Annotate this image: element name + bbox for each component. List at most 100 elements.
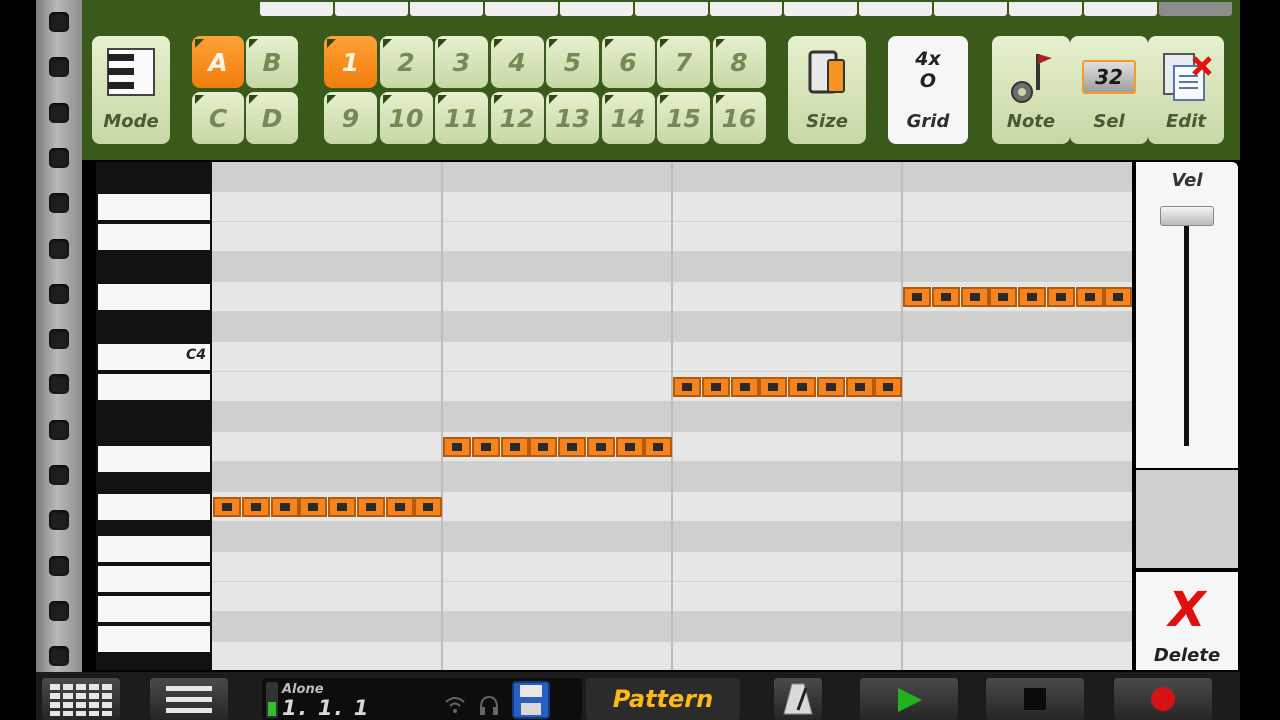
bar-button-4[interactable]: 4	[490, 36, 544, 88]
note-block[interactable]	[328, 497, 356, 517]
note-block[interactable]	[1075, 287, 1104, 307]
piano-white-key[interactable]	[98, 494, 210, 520]
piano-white-key[interactable]	[98, 566, 210, 592]
note-block[interactable]	[241, 497, 270, 517]
ruler-segment[interactable]	[634, 2, 708, 16]
bar-button-11[interactable]: 11	[435, 92, 488, 144]
bar-button-15[interactable]: 15	[657, 92, 710, 144]
note-block[interactable]	[356, 497, 385, 517]
bar-button-1[interactable]: 1	[324, 36, 377, 88]
note-button[interactable]: Note	[992, 36, 1070, 144]
pattern-c-button[interactable]: C	[192, 92, 244, 144]
note-block[interactable]	[500, 437, 529, 457]
grid-button[interactable]: 4x O Grid	[888, 36, 968, 144]
note-block[interactable]	[816, 377, 845, 397]
ruler-segment[interactable]	[260, 2, 333, 16]
edit-button[interactable]: Edit	[1148, 36, 1224, 144]
note-block[interactable]	[529, 437, 558, 457]
piano-white-key[interactable]	[98, 194, 210, 220]
bar-button-10[interactable]: 10	[379, 92, 433, 144]
bar-button-8[interactable]: 8	[712, 36, 766, 88]
note-block[interactable]	[558, 437, 586, 457]
note-block[interactable]	[701, 377, 730, 397]
note-block[interactable]	[759, 377, 788, 397]
bar-button-5[interactable]: 5	[546, 36, 599, 88]
metronome-button[interactable]	[774, 678, 822, 720]
velocity-slider-track[interactable]	[1184, 224, 1189, 446]
note-block[interactable]	[443, 437, 471, 457]
piano-white-key[interactable]	[98, 626, 210, 652]
velocity-slider-handle[interactable]	[1160, 206, 1214, 226]
piano-white-key[interactable]	[98, 596, 210, 622]
note-block[interactable]	[385, 497, 414, 517]
note-block[interactable]	[903, 287, 931, 307]
bar-button-13[interactable]: 13	[546, 92, 599, 144]
note-block[interactable]	[1018, 287, 1046, 307]
bar-button-2[interactable]: 2	[379, 36, 433, 88]
delete-button[interactable]: X Delete	[1136, 572, 1238, 670]
note-block[interactable]	[299, 497, 328, 517]
bar-button-14[interactable]: 14	[601, 92, 655, 144]
piano-white-key[interactable]	[98, 374, 210, 400]
bar-button-9[interactable]: 9	[324, 92, 377, 144]
play-button[interactable]	[860, 678, 958, 720]
piano-white-key[interactable]	[98, 284, 210, 310]
note-block[interactable]	[471, 437, 500, 457]
save-icon[interactable]	[512, 681, 550, 719]
ruler-segment[interactable]	[709, 2, 783, 16]
ruler-segment[interactable]	[334, 2, 408, 16]
note-block[interactable]	[414, 497, 443, 517]
sel-button[interactable]: 32 Sel	[1070, 36, 1148, 144]
pattern-b-button[interactable]: B	[246, 36, 298, 88]
grid-value-bottom: O	[919, 70, 937, 92]
piano-white-key[interactable]	[98, 224, 210, 250]
note-block[interactable]	[730, 377, 759, 397]
ruler-segment[interactable]	[484, 2, 558, 16]
bar-button-16[interactable]: 16	[712, 92, 766, 144]
pattern-a-button[interactable]: A	[192, 36, 244, 88]
piano-key-c4[interactable]: C4	[98, 344, 210, 370]
grid-menu-button[interactable]	[42, 678, 120, 720]
note-block[interactable]	[270, 497, 299, 517]
piano-keyboard[interactable]: C4	[96, 162, 212, 670]
note-block[interactable]	[1104, 287, 1132, 307]
ruler-segment[interactable]	[1009, 2, 1083, 16]
note-block[interactable]	[673, 377, 701, 397]
ruler-segment[interactable]	[934, 2, 1008, 16]
piano-white-key[interactable]	[98, 536, 210, 562]
ruler-segment[interactable]	[409, 2, 483, 16]
note-grid[interactable]	[212, 162, 1132, 670]
bar-button-6[interactable]: 6	[601, 36, 655, 88]
bar-button-12[interactable]: 12	[490, 92, 544, 144]
note-block[interactable]	[213, 497, 241, 517]
stop-button[interactable]	[986, 678, 1084, 720]
note-block[interactable]	[1046, 287, 1075, 307]
ruler-segment[interactable]	[859, 2, 933, 16]
bar-button-7[interactable]: 7	[657, 36, 710, 88]
bar-button-3[interactable]: 3	[435, 36, 488, 88]
note-block[interactable]	[615, 437, 644, 457]
note-block-center	[998, 293, 1009, 301]
pattern-d-button[interactable]: D	[246, 92, 298, 144]
record-button[interactable]	[1114, 678, 1212, 720]
pattern-button[interactable]: Pattern	[586, 678, 740, 720]
note-block[interactable]	[874, 377, 903, 397]
piano-white-key[interactable]	[98, 446, 210, 472]
song-position-display[interactable]: Alone 1. 1. 1	[262, 678, 582, 720]
bar-ruler[interactable]	[260, 2, 1232, 16]
note-block[interactable]	[960, 287, 989, 307]
note-block[interactable]	[931, 287, 960, 307]
size-button[interactable]: Size	[788, 36, 866, 144]
mode-button[interactable]: Mode	[92, 36, 170, 144]
note-block-center	[825, 383, 836, 391]
note-block[interactable]	[989, 287, 1018, 307]
note-block[interactable]	[644, 437, 673, 457]
note-block[interactable]	[586, 437, 615, 457]
ruler-segment[interactable]	[559, 2, 633, 16]
note-block[interactable]	[845, 377, 874, 397]
ruler-segment[interactable]	[1159, 2, 1232, 16]
ruler-segment[interactable]	[1084, 2, 1158, 16]
menu-button[interactable]	[150, 678, 228, 720]
ruler-segment[interactable]	[784, 2, 858, 16]
note-block[interactable]	[788, 377, 816, 397]
